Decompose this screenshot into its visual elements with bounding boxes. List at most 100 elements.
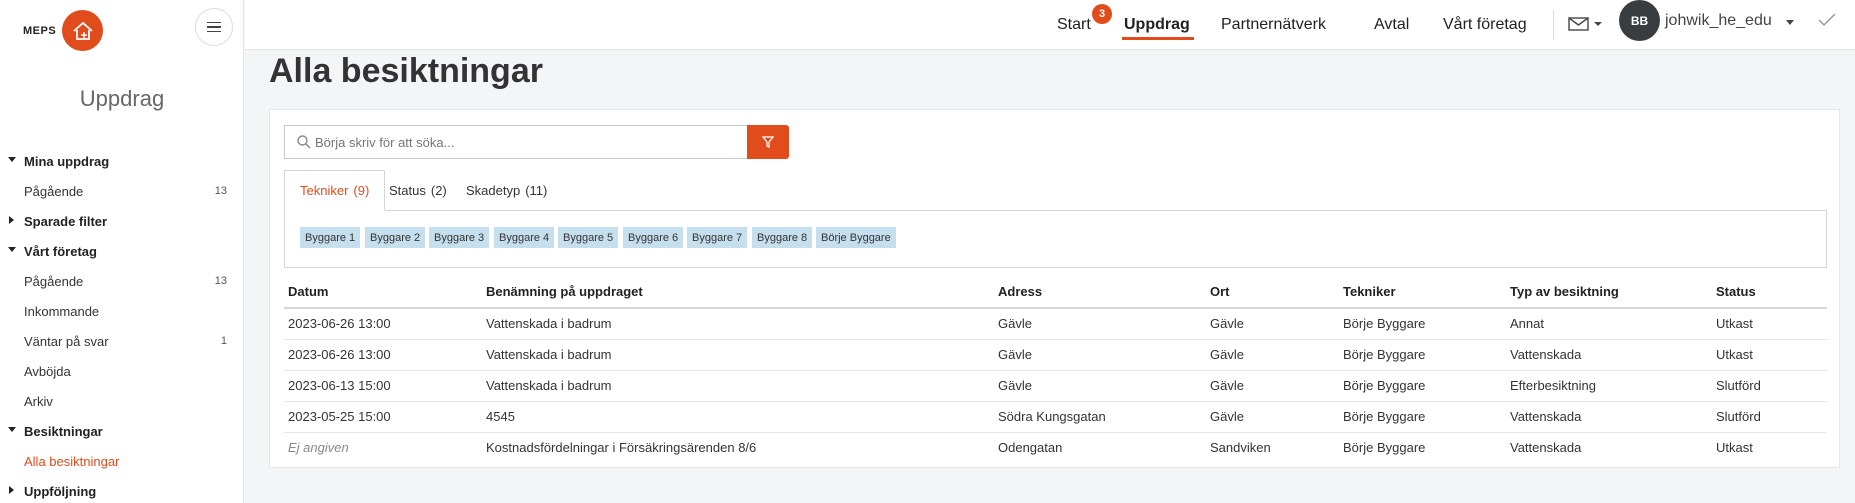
sidebar-group-mina-uppdrag[interactable]: Mina uppdrag — [0, 146, 244, 176]
tab-tekniker[interactable]: Tekniker (9) — [284, 170, 386, 211]
sidebar-title: Uppdrag — [79, 86, 165, 111]
filter-chip[interactable]: Byggare 2 — [365, 227, 426, 248]
sidebar-item-inkommande[interactable]: Inkommande — [0, 296, 244, 326]
column-header[interactable]: Datum — [284, 275, 482, 309]
chevron-right-icon — [9, 486, 14, 494]
username[interactable]: johwik_he_edu — [1665, 0, 1772, 42]
topnav-avtal[interactable]: Avtal — [1374, 0, 1409, 50]
cell-date: 2023-06-13 15:00 — [284, 370, 482, 402]
cell-address: Gävle — [994, 308, 1206, 340]
cell-title: 4545 — [482, 401, 994, 433]
chevron-down-icon — [8, 247, 16, 252]
cell-status: Utkast — [1712, 308, 1827, 340]
cell-type: Vattenskada — [1506, 401, 1712, 433]
cell-technician: Börje Byggare — [1339, 370, 1506, 402]
search-box[interactable] — [284, 125, 749, 159]
filter-button[interactable] — [747, 125, 789, 159]
table-row[interactable]: Ej angiven Kostnadsfördelningar i Försäk… — [284, 432, 1827, 463]
sidebar-item-pagaende[interactable]: Pågående 13 — [0, 176, 244, 206]
filter-chip[interactable]: Byggare 7 — [687, 227, 748, 248]
table-row[interactable]: 2023-06-13 15:00 Vattenskada i badrum Gä… — [284, 370, 1827, 402]
inspections-card: Tekniker(9) Status(2) Skadetyp(11) Bygga… — [269, 109, 1840, 468]
cell-technician: Börje Byggare — [1339, 308, 1506, 340]
cell-type: Vattenskada — [1510, 440, 1582, 456]
cell-city: Gävle — [1206, 308, 1339, 340]
cell-address: Gävle — [994, 339, 1206, 371]
notification-badge: 3 — [1092, 4, 1112, 24]
topnav-partnernatverk[interactable]: Partnernätverk — [1221, 0, 1326, 50]
search-icon — [297, 135, 311, 149]
sidebar-item-arkiv[interactable]: Arkiv — [0, 386, 244, 416]
cell-status: Utkast — [1716, 440, 1753, 456]
filter-chip[interactable]: Byggare 4 — [494, 227, 555, 248]
sidebar-item-vantar-pa-svar[interactable]: Väntar på svar 1 — [0, 326, 244, 356]
top-bar — [245, 0, 1855, 50]
item-count: 13 — [214, 185, 227, 197]
divider — [1553, 10, 1554, 40]
cell-date: 2023-06-26 13:00 — [284, 308, 482, 340]
sidebar-item-avbojda[interactable]: Avböjda — [0, 356, 244, 386]
filter-chip[interactable]: Byggare 5 — [558, 227, 619, 248]
sidebar-item-pagaende-company[interactable]: Pågående 13 — [0, 266, 244, 296]
column-header[interactable]: Status — [1712, 275, 1827, 309]
cell-date: 2023-06-26 13:00 — [284, 339, 482, 371]
filter-chip[interactable]: Börje Byggare — [816, 227, 896, 248]
topnav-uppdrag[interactable]: Uppdrag — [1122, 0, 1194, 50]
item-count: 1 — [220, 335, 227, 347]
filter-chip[interactable]: Byggare 8 — [752, 227, 813, 248]
filter-icon — [762, 136, 774, 148]
cell-address: Gävle — [994, 370, 1206, 402]
column-header[interactable]: Ort — [1206, 275, 1339, 309]
cell-title: Vattenskada i badrum — [482, 339, 994, 371]
search-input[interactable] — [315, 134, 735, 150]
topnav-start[interactable]: Start — [1057, 0, 1091, 50]
column-header[interactable]: Tekniker — [1339, 275, 1506, 309]
sidebar-group-sparade-filter[interactable]: Sparade filter — [0, 206, 244, 236]
sidebar-item-alla-besiktningar[interactable]: Alla besiktningar — [0, 446, 244, 476]
sidebar-group-vart-foretag[interactable]: Vårt företag — [0, 236, 244, 266]
sidebar-group-besiktningar[interactable]: Besiktningar — [0, 416, 244, 446]
cell-city: Gävle — [1206, 370, 1339, 402]
filter-chips: Byggare 1 Byggare 2 Byggare 3 Byggare 4 … — [284, 210, 1827, 268]
chevron-right-icon — [9, 216, 14, 224]
cell-city: Gävle — [1206, 401, 1339, 433]
cell-status: Slutförd — [1712, 401, 1827, 433]
tab-status[interactable]: Status (2) — [374, 170, 462, 211]
page-title: Alla besiktningar — [269, 52, 543, 90]
cell-title: Vattenskada i badrum — [482, 370, 994, 402]
menu-toggle-button[interactable] — [195, 8, 233, 46]
table-row[interactable]: 2023-06-26 13:00 Vattenskada i badrum Gä… — [284, 339, 1827, 371]
table-row[interactable]: 2023-06-26 13:00 Vattenskada i badrum Gä… — [284, 308, 1827, 340]
cell-status: Slutförd — [1712, 370, 1827, 402]
chevron-down-icon — [8, 157, 16, 162]
cell-technician: Börje Byggare — [1339, 339, 1506, 371]
checkmark-icon[interactable] — [1818, 13, 1836, 32]
cell-status: Utkast — [1712, 339, 1827, 371]
mail-menu[interactable] — [1568, 17, 1602, 36]
column-header[interactable]: Benämning på uppdraget — [482, 275, 994, 309]
tab-skadetyp[interactable]: Skadetyp (11) — [451, 170, 562, 211]
filter-tabs: Tekniker (9) Status (2) Skadetyp (11) — [284, 170, 1827, 211]
table-header-row: Datum Benämning på uppdraget Adress Ort … — [284, 275, 1827, 309]
table-row[interactable]: 2023-05-25 15:00 4545 Södra Kungsgatan G… — [284, 401, 1827, 433]
column-header[interactable]: Adress — [994, 275, 1206, 309]
avatar[interactable]: BB — [1619, 0, 1660, 41]
logo[interactable]: MEPS — [23, 10, 104, 51]
sidebar-group-uppfoljning[interactable]: Uppföljning — [0, 476, 244, 503]
cell-city: Gävle — [1206, 339, 1339, 371]
filter-chip[interactable]: Byggare 6 — [623, 227, 684, 248]
filter-chip[interactable]: Byggare 1 — [300, 227, 361, 248]
cell-date: 2023-05-25 15:00 — [284, 401, 482, 433]
column-header[interactable]: Typ av besiktning — [1506, 275, 1712, 309]
sidebar: MEPS Uppdrag Mina uppdrag Pågående 13 Spa… — [0, 0, 244, 503]
chevron-down-icon[interactable] — [1786, 20, 1794, 25]
cell-technician: Börje Byggare — [1343, 440, 1426, 456]
cell-title: Vattenskada i badrum — [482, 308, 994, 340]
cell-date: Ej angiven — [288, 440, 349, 456]
filter-chip[interactable]: Byggare 3 — [429, 227, 490, 248]
cell-type: Vattenskada — [1506, 339, 1712, 371]
inspections-table: Datum Benämning på uppdraget Adress Ort … — [284, 275, 1827, 463]
cell-address: Odengatan — [998, 440, 1063, 456]
logo-text: MEPS — [23, 24, 57, 37]
topnav-vart-foretag[interactable]: Vårt företag — [1443, 0, 1527, 50]
